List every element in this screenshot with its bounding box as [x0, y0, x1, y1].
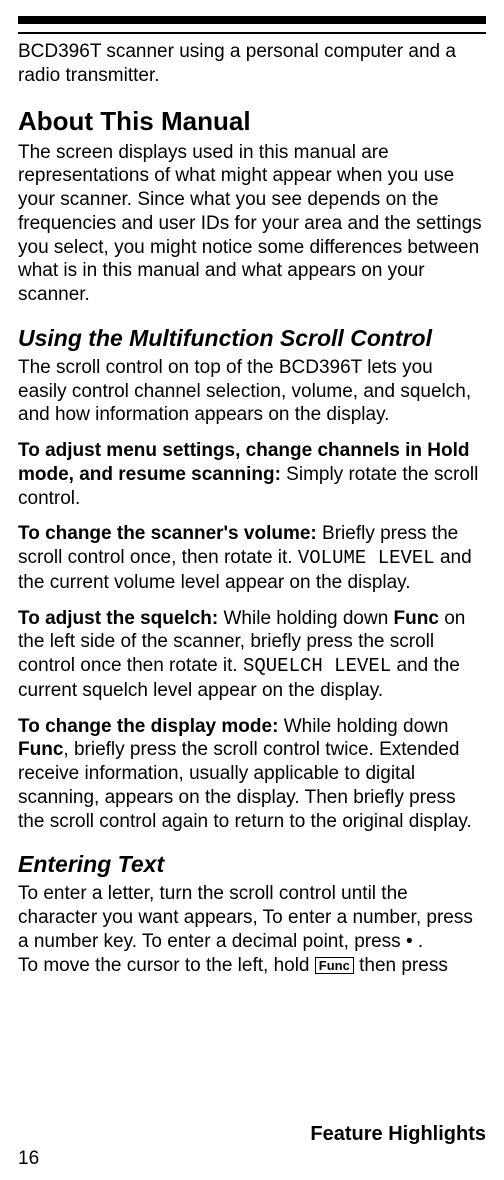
display-mode-paragraph: To change the display mode: While holdin…	[18, 715, 486, 834]
volume-level-mono: VOLUME LEVEL	[298, 547, 435, 569]
adjust-squelch-text-a: While holding down	[224, 608, 394, 629]
display-mode-text-b: , briefly press the scroll control twice…	[18, 739, 472, 831]
enter-letter-paragraph: To enter a letter, turn the scroll contr…	[18, 882, 486, 953]
scroll-intro: The scroll control on top of the BCD396T…	[18, 356, 486, 427]
top-rule-thick	[18, 16, 486, 24]
heading-about: About This Manual	[18, 106, 486, 137]
display-mode-bold: To change the display mode:	[18, 716, 284, 737]
func-key-icon: Func	[315, 957, 354, 975]
page-number: 16	[18, 1148, 39, 1170]
adjust-menu-paragraph: To adjust menu settings, change channels…	[18, 439, 486, 510]
adjust-squelch-bold: To adjust the squelch:	[18, 608, 224, 629]
func-word-1: Func	[394, 608, 439, 629]
heading-scroll-control: Using the Multifunction Scroll Control	[18, 325, 486, 352]
enter-letter-text-b: .	[418, 931, 423, 952]
intro-text: BCD396T scanner using a personal compute…	[18, 40, 486, 88]
func-word-2: Func	[18, 739, 63, 760]
move-cursor-text-b: then press	[359, 955, 448, 976]
change-volume-paragraph: To change the scanner's volume: Briefly …	[18, 522, 486, 594]
display-mode-text-a: While holding down	[284, 716, 449, 737]
heading-entering-text: Entering Text	[18, 851, 486, 878]
move-cursor-text-a: To move the cursor to the left, hold	[18, 955, 315, 976]
enter-letter-text-a: To enter a letter, turn the scroll contr…	[18, 883, 473, 952]
change-volume-bold: To change the scanner's volume:	[18, 523, 322, 544]
about-paragraph: The screen displays used in this manual …	[18, 141, 486, 307]
footer-title: Feature Highlights	[310, 1123, 486, 1146]
dot-icon: •	[406, 931, 413, 952]
adjust-squelch-paragraph: To adjust the squelch: While holding dow…	[18, 607, 486, 703]
squelch-level-mono: SQUELCH LEVEL	[243, 655, 391, 677]
move-cursor-paragraph: To move the cursor to the left, hold Fun…	[18, 954, 486, 978]
top-rule-thin	[18, 32, 486, 34]
